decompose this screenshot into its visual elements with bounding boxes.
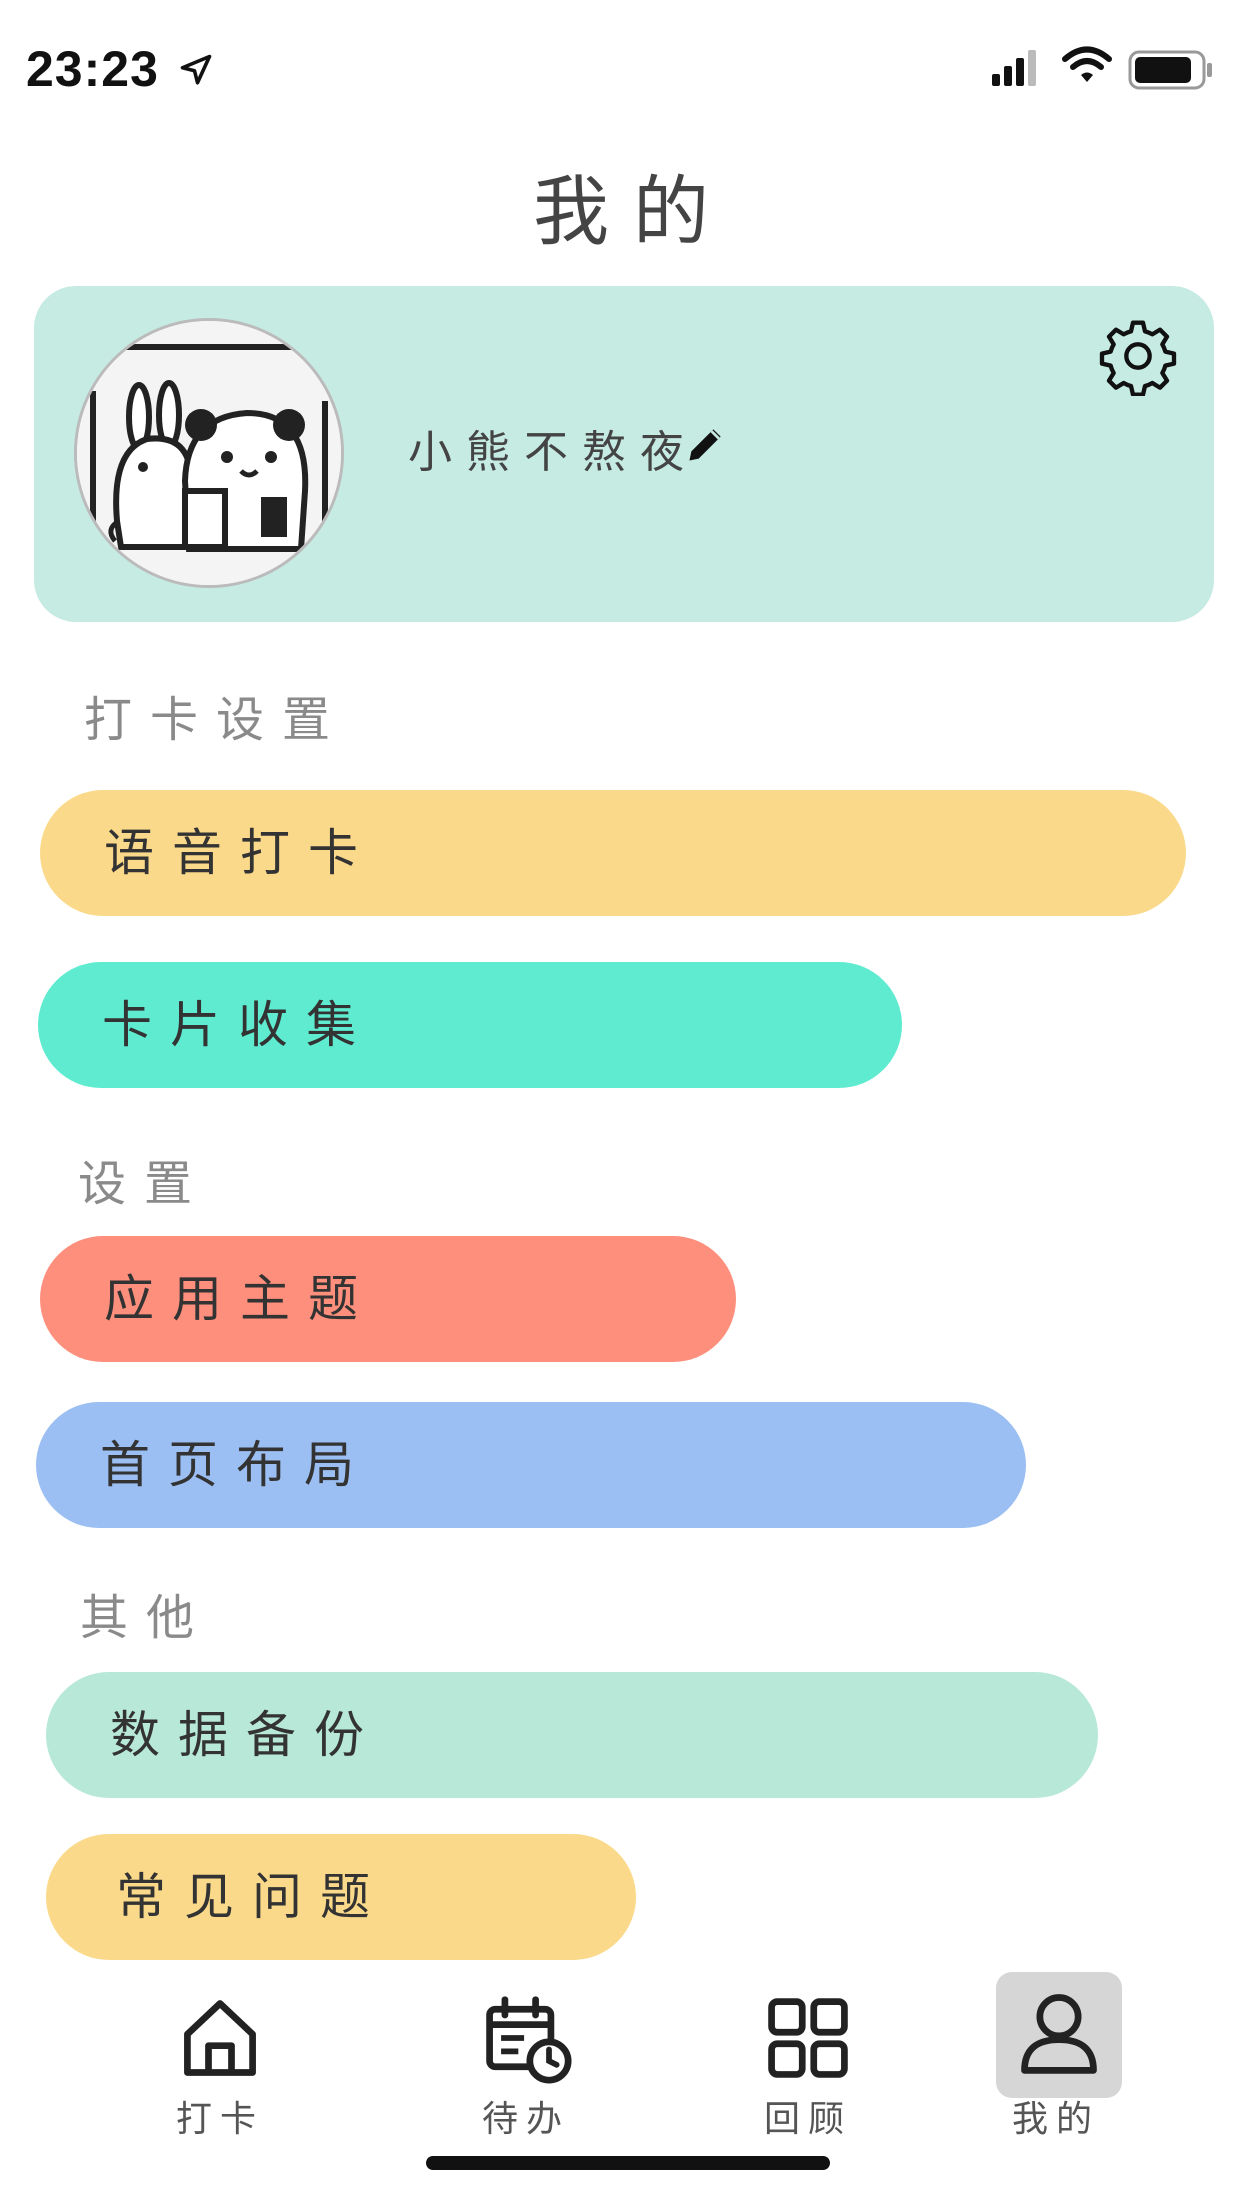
tab-review[interactable]: 回顾 [728,1960,888,2160]
calendar-clock-icon [486,1996,572,2084]
home-layout-button[interactable]: 首页布局 [36,1402,1026,1528]
edit-pencil-icon[interactable] [684,422,728,466]
card-collection-label: 卡片收集 [102,996,374,1054]
app-theme-label: 应用主题 [104,1270,376,1328]
voice-checkin-button[interactable]: 语音打卡 [40,790,1186,916]
data-backup-label: 数据备份 [110,1706,382,1764]
avatar[interactable] [74,318,344,588]
faq-label: 常见问题 [116,1868,388,1926]
home-layout-label: 首页布局 [100,1436,372,1494]
section-title-settings: 设置 [78,1156,211,1212]
person-icon [1021,1994,1097,2074]
tab-todo-label: 待办 [481,2099,570,2140]
location-arrow-icon [180,54,212,85]
status-bar: 23:23 [0,0,1242,130]
voice-checkin-label: 语音打卡 [104,824,376,882]
profile-card: 小熊不熬夜 [34,286,1214,622]
home-indicator[interactable] [426,2156,830,2170]
avatar-illustration [77,321,341,585]
section-title-checkin: 打卡设置 [84,692,349,748]
tab-todo[interactable]: 待办 [446,1960,606,2160]
section-title-other: 其他 [80,1590,213,1646]
tab-review-label: 回顾 [763,2099,852,2140]
tab-mine[interactable]: 我的 [986,1960,1146,2160]
tab-checkin-label: 打卡 [175,2099,264,2140]
wifi-icon [1062,46,1112,82]
page-title: 我的 [533,167,733,256]
battery-icon [1128,50,1212,90]
card-collection-button[interactable]: 卡片收集 [38,962,902,1088]
status-time: 23:23 [26,41,159,97]
grid-icon [768,1998,848,2078]
settings-gear-icon[interactable] [1098,316,1178,396]
username[interactable]: 小熊不熬夜 [408,416,698,480]
faq-button[interactable]: 常见问题 [46,1834,636,1960]
home-icon [184,2000,256,2076]
cellular-signal-icon [992,50,1036,86]
data-backup-button[interactable]: 数据备份 [46,1672,1098,1798]
tab-mine-label: 我的 [1011,2099,1100,2140]
app-theme-button[interactable]: 应用主题 [40,1236,736,1362]
tab-bar: 打卡 待办 回顾 我的 [0,1960,1242,2208]
tab-checkin[interactable]: 打卡 [140,1960,300,2160]
